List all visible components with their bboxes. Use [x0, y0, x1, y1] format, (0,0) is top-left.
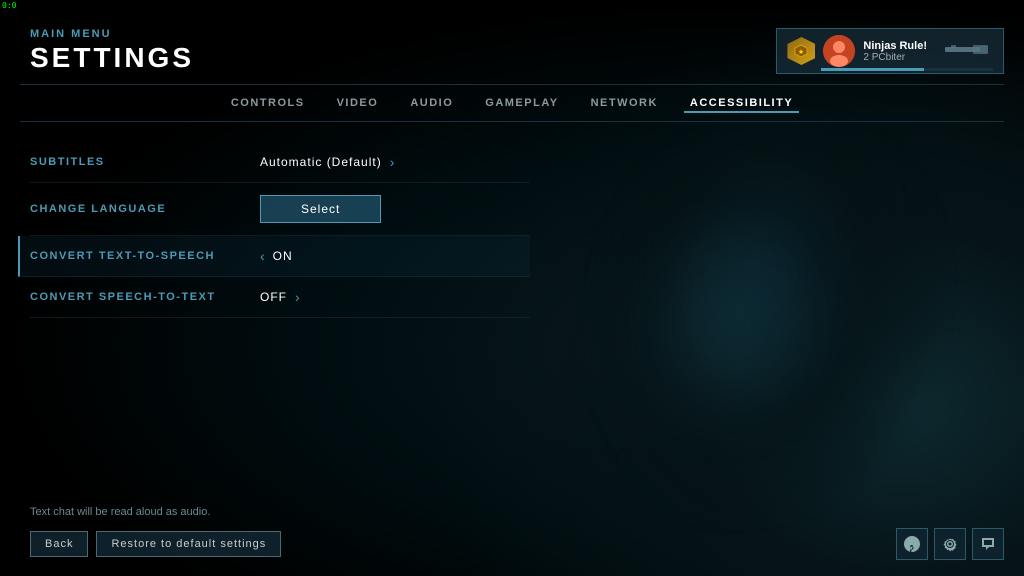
subtitles-value-area: Automatic (Default) ›	[260, 154, 530, 170]
steam-icon-button[interactable]	[896, 528, 928, 560]
language-value-area: Select	[260, 195, 530, 223]
breadcrumb: MAIN MENU	[30, 28, 194, 40]
xp-bar-fill	[821, 68, 924, 71]
setting-row-subtitles: SUBTITLES Automatic (Default) ›	[30, 142, 530, 183]
select-button[interactable]: Select	[260, 195, 381, 223]
footer-left-buttons: Back Restore to default settings	[30, 531, 281, 557]
footer-note: Text chat will be read aloud as audio.	[30, 506, 1004, 518]
stt-value-area: OFF ›	[260, 289, 530, 305]
rank-badge: ★	[787, 37, 815, 65]
player-card: ★ Ninjas Rule! 2 PCbiter	[776, 28, 1004, 74]
tts-value-area: ‹ ON	[260, 248, 530, 264]
tab-controls[interactable]: CONTROLS	[225, 93, 311, 113]
chat-icon-button[interactable]	[972, 528, 1004, 560]
subtitles-value: Automatic (Default)	[260, 155, 382, 169]
title-area: MAIN MENU SETTINGS	[30, 28, 194, 74]
svg-text:★: ★	[798, 48, 804, 56]
tts-value: ON	[273, 249, 293, 263]
tts-label: CONVERT TEXT-TO-SPEECH	[30, 250, 260, 262]
xp-bar	[821, 68, 993, 71]
player-sub: 2 PCbiter	[863, 52, 927, 63]
settings-list: SUBTITLES Automatic (Default) › CHANGE L…	[30, 142, 530, 476]
tts-left-arrow[interactable]: ‹	[260, 248, 265, 264]
player-name: Ninjas Rule!	[863, 40, 927, 52]
tab-accessibility[interactable]: ACCESSIBILITY	[684, 93, 799, 113]
avatar	[823, 35, 855, 67]
stt-label: CONVERT SPEECH-TO-TEXT	[30, 291, 260, 303]
page-title: SETTINGS	[30, 42, 194, 74]
restore-button[interactable]: Restore to default settings	[96, 531, 281, 557]
footer-buttons: Back Restore to default settings	[30, 528, 1004, 560]
corner-mark: 0:0	[0, 0, 18, 11]
setting-row-language: CHANGE LANGUAGE Select	[30, 183, 530, 236]
settings-icon-button[interactable]	[934, 528, 966, 560]
setting-row-stt: CONVERT SPEECH-TO-TEXT OFF ›	[30, 277, 530, 318]
weapon-icon	[943, 39, 993, 64]
back-button[interactable]: Back	[30, 531, 88, 557]
tab-network[interactable]: NETWORK	[585, 93, 664, 113]
header: MAIN MENU SETTINGS ★ Ninjas Rule! 2 PCbi…	[0, 0, 1024, 84]
setting-row-tts: CONVERT TEXT-TO-SPEECH ‹ ON	[18, 236, 530, 277]
content-area: SUBTITLES Automatic (Default) › CHANGE L…	[0, 122, 1024, 496]
footer-icons	[896, 528, 1004, 560]
stt-value: OFF	[260, 290, 287, 304]
nav-tabs: CONTROLS VIDEO AUDIO GAMEPLAY NETWORK AC…	[20, 84, 1004, 122]
stt-right-arrow[interactable]: ›	[295, 289, 300, 305]
footer: Text chat will be read aloud as audio. B…	[0, 496, 1024, 576]
player-info: Ninjas Rule! 2 PCbiter	[863, 40, 927, 63]
subtitles-label: SUBTITLES	[30, 156, 260, 168]
tab-video[interactable]: VIDEO	[331, 93, 385, 113]
language-label: CHANGE LANGUAGE	[30, 203, 260, 215]
subtitles-right-arrow[interactable]: ›	[390, 154, 395, 170]
tab-audio[interactable]: AUDIO	[404, 93, 459, 113]
tab-gameplay[interactable]: GAMEPLAY	[479, 93, 564, 113]
